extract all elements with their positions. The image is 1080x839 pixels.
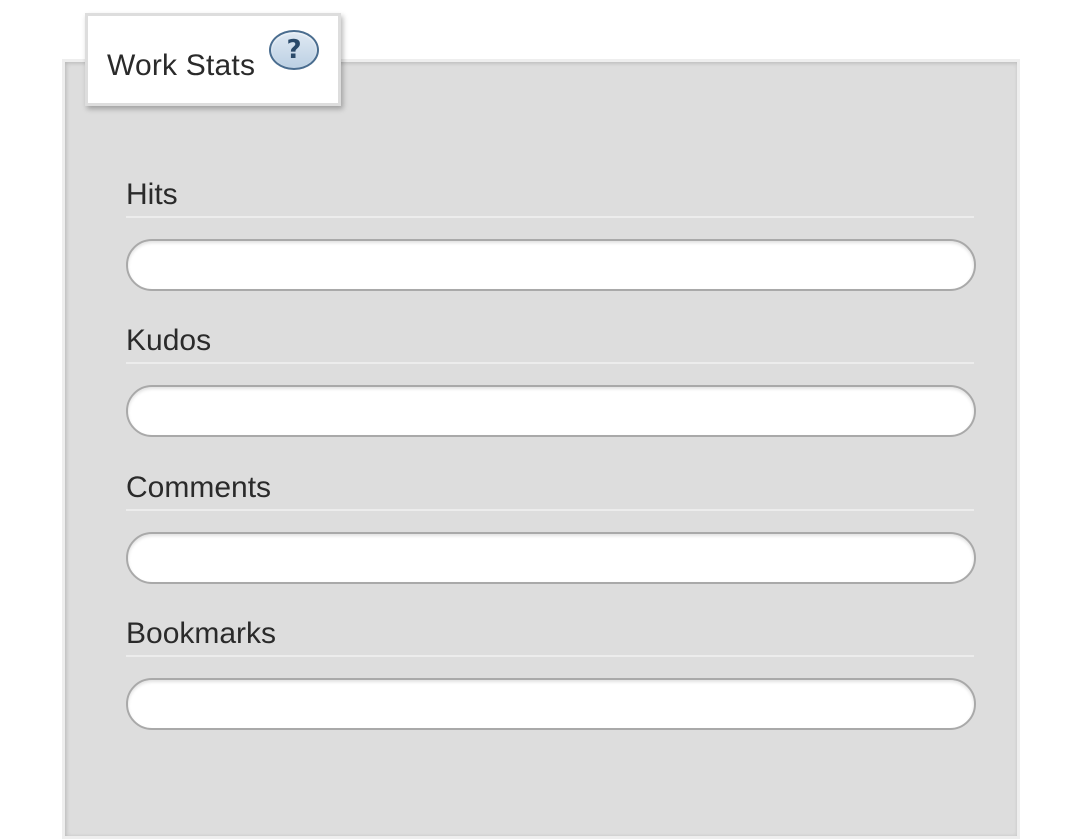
kudos-field: Kudos — [126, 324, 976, 437]
comments-input[interactable] — [126, 532, 976, 584]
work-stats-legend: Work Stats ? — [85, 13, 341, 106]
hits-label: Hits — [126, 178, 178, 211]
comments-label: Comments — [126, 471, 272, 504]
help-icon[interactable]: ? — [269, 30, 319, 70]
bookmarks-input[interactable] — [126, 678, 976, 730]
bookmarks-field: Bookmarks — [126, 617, 976, 730]
work-stats-title: Work Stats — [107, 49, 256, 82]
divider — [126, 362, 974, 364]
kudos-label: Kudos — [126, 324, 212, 357]
divider — [126, 509, 974, 511]
divider — [126, 655, 974, 657]
hits-input[interactable] — [126, 239, 976, 291]
hits-field: Hits — [126, 178, 976, 291]
kudos-input[interactable] — [126, 385, 976, 437]
divider — [126, 216, 974, 218]
comments-field: Comments — [126, 471, 976, 584]
bookmarks-label: Bookmarks — [126, 617, 277, 650]
